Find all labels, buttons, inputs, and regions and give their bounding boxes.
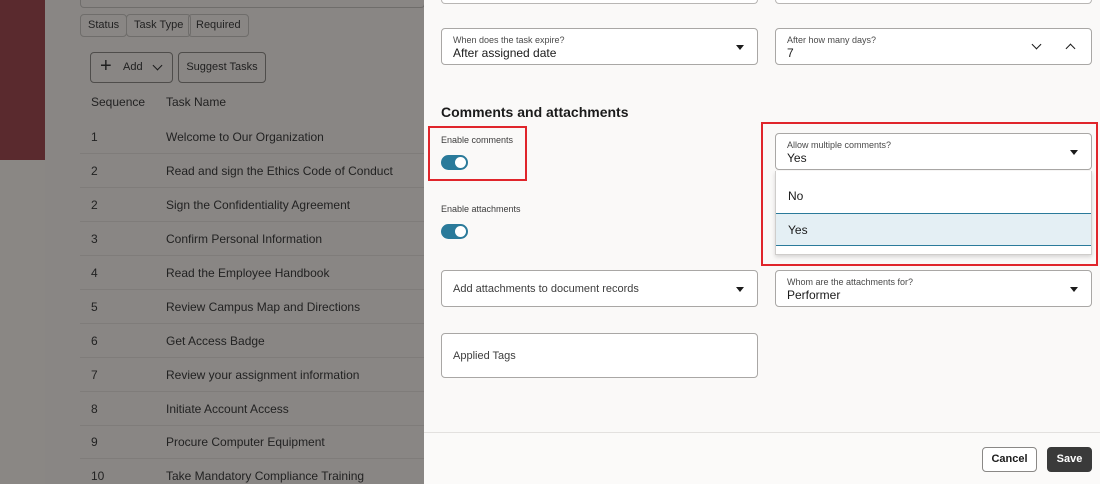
suggest-tasks-button[interactable]: Suggest Tasks — [178, 52, 266, 83]
row-task-name: Sign the Confidentiality Agreement — [166, 198, 351, 212]
document-records-select[interactable]: Add attachments to document records — [441, 270, 758, 307]
row-task-name: Procure Computer Equipment — [166, 435, 325, 449]
table-row[interactable]: 3 Confirm Personal Information — [80, 222, 425, 256]
multiple-comments-options: No Yes — [775, 171, 1092, 255]
drawer-footer: Cancel Save — [424, 432, 1100, 484]
attachments-for-value: Performer — [787, 288, 841, 302]
row-task-name: Read and sign the Ethics Code of Conduct — [166, 164, 393, 178]
row-sequence: 1 — [91, 130, 98, 144]
row-sequence: 10 — [91, 469, 105, 483]
caret-down-icon — [1070, 150, 1078, 155]
table-row[interactable]: 2 Sign the Confidentiality Agreement — [80, 188, 425, 222]
filter-chip-required[interactable]: Required — [188, 14, 249, 37]
days-label: After how many days? — [787, 35, 877, 45]
multiple-comments-label: Allow multiple comments? — [787, 140, 892, 150]
row-sequence: 5 — [91, 300, 98, 314]
row-task-name: Review your assignment information — [166, 368, 360, 382]
increment-chevron-icon[interactable] — [1065, 43, 1076, 54]
row-task-name: Review Campus Map and Directions — [166, 300, 361, 314]
applied-tags-field[interactable]: Applied Tags — [441, 333, 758, 378]
row-sequence: 2 — [91, 198, 98, 212]
table-row[interactable]: 6 Get Access Badge — [80, 324, 425, 358]
table-row[interactable]: 1 Welcome to Our Organization — [80, 120, 425, 154]
row-task-name: Confirm Personal Information — [166, 232, 323, 246]
days-stepper[interactable]: After how many days? 7 — [775, 28, 1092, 65]
table-row[interactable]: 4 Read the Employee Handbook — [80, 256, 425, 290]
row-task-name: Take Mandatory Compliance Training — [166, 469, 365, 483]
column-header-sequence[interactable]: Sequence — [91, 95, 145, 109]
row-task-name: Welcome to Our Organization — [166, 130, 324, 144]
row-sequence: 9 — [91, 435, 98, 449]
column-header-task-name[interactable]: Task Name — [166, 95, 226, 109]
cancel-button[interactable]: Cancel — [982, 447, 1037, 472]
multiple-comments-value: Yes — [787, 151, 807, 165]
enable-attachments-label: Enable attachments — [441, 204, 521, 214]
caret-down-icon — [736, 45, 744, 50]
filter-chip-status[interactable]: Status — [80, 14, 128, 37]
row-task-name: Initiate Account Access — [166, 402, 289, 416]
row-task-name: Get Access Badge — [166, 334, 265, 348]
row-sequence: 6 — [91, 334, 98, 348]
caret-down-icon — [1070, 287, 1078, 292]
row-sequence: 4 — [91, 266, 98, 280]
option-yes[interactable]: Yes — [776, 213, 1091, 246]
row-sequence: 7 — [91, 368, 98, 382]
background-banner — [0, 0, 45, 160]
caret-down-icon — [736, 287, 744, 292]
previous-field-bottom — [441, 0, 758, 4]
attachments-for-label: Whom are the attachments for? — [787, 277, 914, 287]
plus-icon: + — [100, 55, 112, 77]
table-row[interactable]: 9 Procure Computer Equipment — [80, 425, 425, 459]
enable-attachments-toggle[interactable] — [441, 224, 468, 239]
option-no[interactable]: No — [776, 180, 1091, 213]
table-row[interactable]: 8 Initiate Account Access — [80, 392, 425, 426]
background-search-bar — [80, 0, 425, 8]
task-expire-label: When does the task expire? — [453, 35, 565, 45]
section-title: Comments and attachments — [441, 104, 629, 120]
row-sequence: 3 — [91, 232, 98, 246]
previous-field-bottom-right — [775, 0, 1092, 4]
toggle-knob — [455, 226, 466, 237]
table-row[interactable]: 10 Take Mandatory Compliance Training — [80, 459, 425, 484]
days-value: 7 — [787, 46, 794, 60]
add-button-label: Add — [123, 61, 143, 73]
task-settings-drawer: When does the task expire? After assigne… — [424, 0, 1100, 484]
toggle-knob — [455, 157, 466, 168]
table-row[interactable]: 2 Read and sign the Ethics Code of Conduc… — [80, 154, 425, 188]
row-sequence: 2 — [91, 164, 98, 178]
table-row[interactable]: 5 Review Campus Map and Directions — [80, 290, 425, 324]
document-records-placeholder: Add attachments to document records — [453, 283, 639, 295]
multiple-comments-select[interactable]: Allow multiple comments? Yes — [775, 133, 1092, 170]
enable-comments-label: Enable comments — [441, 135, 514, 145]
chevron-down-icon — [152, 60, 163, 71]
table-row[interactable]: 7 Review your assignment information — [80, 358, 425, 392]
row-task-name: Read the Employee Handbook — [166, 266, 330, 280]
attachments-for-select[interactable]: Whom are the attachments for? Performer — [775, 270, 1092, 307]
add-button[interactable]: + Add — [90, 52, 173, 83]
filter-chip-task-type[interactable]: Task Type — [126, 14, 192, 37]
decrement-chevron-icon[interactable] — [1031, 39, 1042, 50]
applied-tags-placeholder: Applied Tags — [453, 350, 516, 362]
row-sequence: 8 — [91, 402, 98, 416]
task-expire-select[interactable]: When does the task expire? After assigne… — [441, 28, 758, 65]
enable-comments-toggle[interactable] — [441, 155, 468, 170]
task-expire-value: After assigned date — [453, 46, 557, 60]
save-button[interactable]: Save — [1047, 447, 1092, 472]
